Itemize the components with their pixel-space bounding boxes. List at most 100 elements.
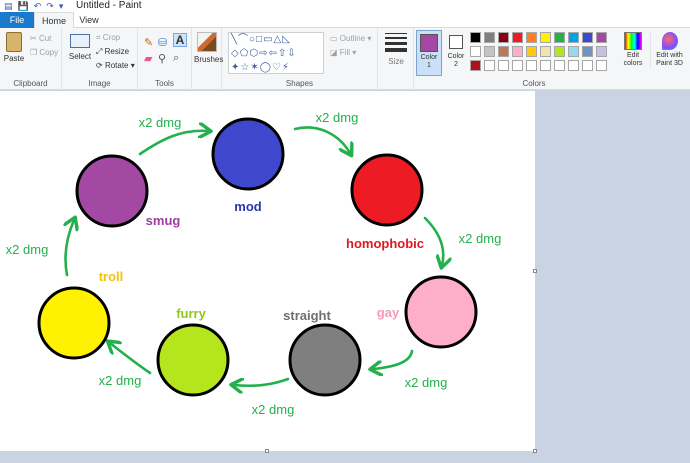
cycle-diagram: x2 dmg x2 dmg x2 dmg x2 dmg x2 dmg x2 dmg x2 d…	[6, 110, 502, 417]
paint3d-button[interactable]: Edit with Paint 3D	[650, 32, 688, 68]
palette-swatch[interactable]	[470, 32, 481, 43]
colors-group: Color 1 Color 2 Edit colors Edit with Pa…	[414, 28, 690, 90]
edge-label: x2 dmg	[99, 373, 142, 388]
palette-swatch[interactable]	[470, 46, 481, 57]
edge-label: x2 dmg	[459, 231, 502, 246]
shapes-gallery[interactable]: ╲⌒○□▭△◺ ◇⬠⬡⇨⇦⇧⇩ ✦☆✶◯♡⚡	[228, 32, 324, 74]
paint3d-icon	[661, 32, 678, 50]
palette-swatch[interactable]	[512, 60, 523, 71]
palette-swatch[interactable]	[596, 46, 607, 57]
rotate-button[interactable]: ⟳ Rotate ▾	[96, 61, 135, 70]
select-button[interactable]: Select	[66, 34, 94, 61]
paste-button[interactable]: Paste	[3, 32, 25, 63]
undo-icon[interactable]: ↶	[34, 1, 42, 12]
palette-swatch[interactable]	[540, 46, 551, 57]
save-icon[interactable]: 💾	[18, 1, 29, 12]
fill-bucket-icon[interactable]: ⛁	[158, 36, 167, 49]
rotate-icon: ⟳	[96, 61, 103, 70]
tab-file[interactable]: File	[0, 12, 34, 28]
shape-row-1: ╲⌒○□▭△◺	[231, 34, 291, 45]
canvas-area[interactable]: x2 dmg x2 dmg x2 dmg x2 dmg x2 dmg x2 dmg x2 d…	[0, 91, 690, 463]
palette-swatch[interactable]	[526, 60, 537, 71]
palette-swatch[interactable]	[512, 32, 523, 43]
palette-swatch[interactable]	[484, 32, 495, 43]
cycle-arrow	[423, 216, 443, 265]
resize-icon: ⤢	[96, 47, 103, 56]
node-mod	[211, 117, 285, 191]
palette-swatch[interactable]	[582, 46, 593, 57]
edge-label: x2 dmg	[252, 402, 295, 417]
shapes-group-label: Shapes	[285, 79, 314, 88]
node-label-smug: smug	[146, 213, 181, 228]
redo-icon[interactable]: ↷	[46, 1, 54, 12]
color-wheel-icon	[624, 32, 642, 50]
text-tool-icon[interactable]: A	[173, 33, 187, 47]
crop-button[interactable]: ⌗ Crop	[96, 33, 120, 43]
line-width-icon	[385, 33, 407, 52]
cycle-arrow	[234, 379, 290, 386]
cycle-arrow	[65, 220, 74, 277]
resize-handle-corner[interactable]	[533, 449, 537, 453]
palette-swatch[interactable]	[498, 32, 509, 43]
tab-view[interactable]: View	[74, 12, 104, 28]
palette-swatch[interactable]	[540, 32, 551, 43]
palette-swatch[interactable]	[596, 32, 607, 43]
pencil-icon[interactable]: ✎	[144, 36, 153, 49]
edit-colors-button[interactable]: Edit colors	[618, 32, 648, 68]
paste-icon	[6, 32, 22, 52]
resize-handle-right[interactable]	[533, 269, 537, 273]
palette-swatch[interactable]	[498, 60, 509, 71]
magnifier-icon[interactable]: ⌕	[173, 52, 179, 65]
brushes-button[interactable]: Brushes	[194, 32, 223, 64]
cycle-arrow	[138, 131, 208, 156]
palette-swatch[interactable]	[526, 32, 537, 43]
outline-dropdown[interactable]: ▭ Outline ▾	[330, 34, 371, 43]
ribbon-tabs: File Home View	[0, 12, 690, 28]
palette-swatch[interactable]	[568, 46, 579, 57]
palette-swatch[interactable]	[470, 60, 481, 71]
node-troll	[37, 286, 111, 360]
tab-home[interactable]: Home	[34, 12, 74, 28]
palette-swatch[interactable]	[484, 46, 495, 57]
shape-row-3: ✦☆✶◯♡⚡	[231, 62, 290, 73]
cycle-arrow	[110, 343, 152, 375]
resize-handle-bottom[interactable]	[265, 449, 269, 453]
eraser-icon[interactable]: ▰	[144, 52, 152, 65]
color2-swatch	[449, 35, 463, 49]
palette-swatch[interactable]	[540, 60, 551, 71]
color2-button[interactable]: Color 2	[444, 30, 468, 76]
cut-button[interactable]: ✂ Cut	[30, 34, 51, 43]
edge-label: x2 dmg	[316, 110, 359, 125]
palette-swatch[interactable]	[554, 46, 565, 57]
palette-swatch[interactable]	[498, 46, 509, 57]
fill-icon: ◪	[330, 48, 338, 57]
color1-button[interactable]: Color 1	[416, 30, 442, 76]
size-button[interactable]: Size	[383, 33, 409, 66]
palette-swatch[interactable]	[568, 60, 579, 71]
palette-swatch[interactable]	[582, 60, 593, 71]
palette-swatch[interactable]	[526, 46, 537, 57]
resize-button[interactable]: ⤢ Resize	[96, 47, 129, 57]
quick-access-toolbar: ▤ 💾 ↶ ↷ ▾	[4, 0, 63, 12]
palette-swatch[interactable]	[582, 32, 593, 43]
color-picker-icon[interactable]: ⚲	[158, 52, 166, 65]
node-homophobic	[350, 153, 424, 227]
edge-label: x2 dmg	[139, 115, 182, 130]
node-gay	[404, 275, 478, 349]
drawing-canvas[interactable]: x2 dmg x2 dmg x2 dmg x2 dmg x2 dmg x2 dmg x2 d…	[0, 91, 535, 451]
palette-swatch[interactable]	[596, 60, 607, 71]
copy-icon: ❐	[30, 48, 38, 57]
color1-swatch	[420, 34, 438, 52]
select-rectangle-icon	[70, 34, 90, 48]
palette-swatch[interactable]	[568, 32, 579, 43]
palette-swatch[interactable]	[554, 32, 565, 43]
copy-button[interactable]: ❐ Copy	[30, 48, 58, 57]
brush-icon	[197, 32, 217, 52]
customize-dropdown-icon[interactable]: ▾	[59, 1, 64, 12]
fill-dropdown[interactable]: ◪ Fill ▾	[330, 48, 356, 57]
ribbon: Paste ✂ Cut ❐ Copy Clipboard Select ⌗ Cr…	[0, 28, 690, 90]
palette-swatch[interactable]	[554, 60, 565, 71]
palette-swatch[interactable]	[484, 60, 495, 71]
palette-swatch[interactable]	[512, 46, 523, 57]
edge-label: x2 dmg	[6, 242, 49, 257]
